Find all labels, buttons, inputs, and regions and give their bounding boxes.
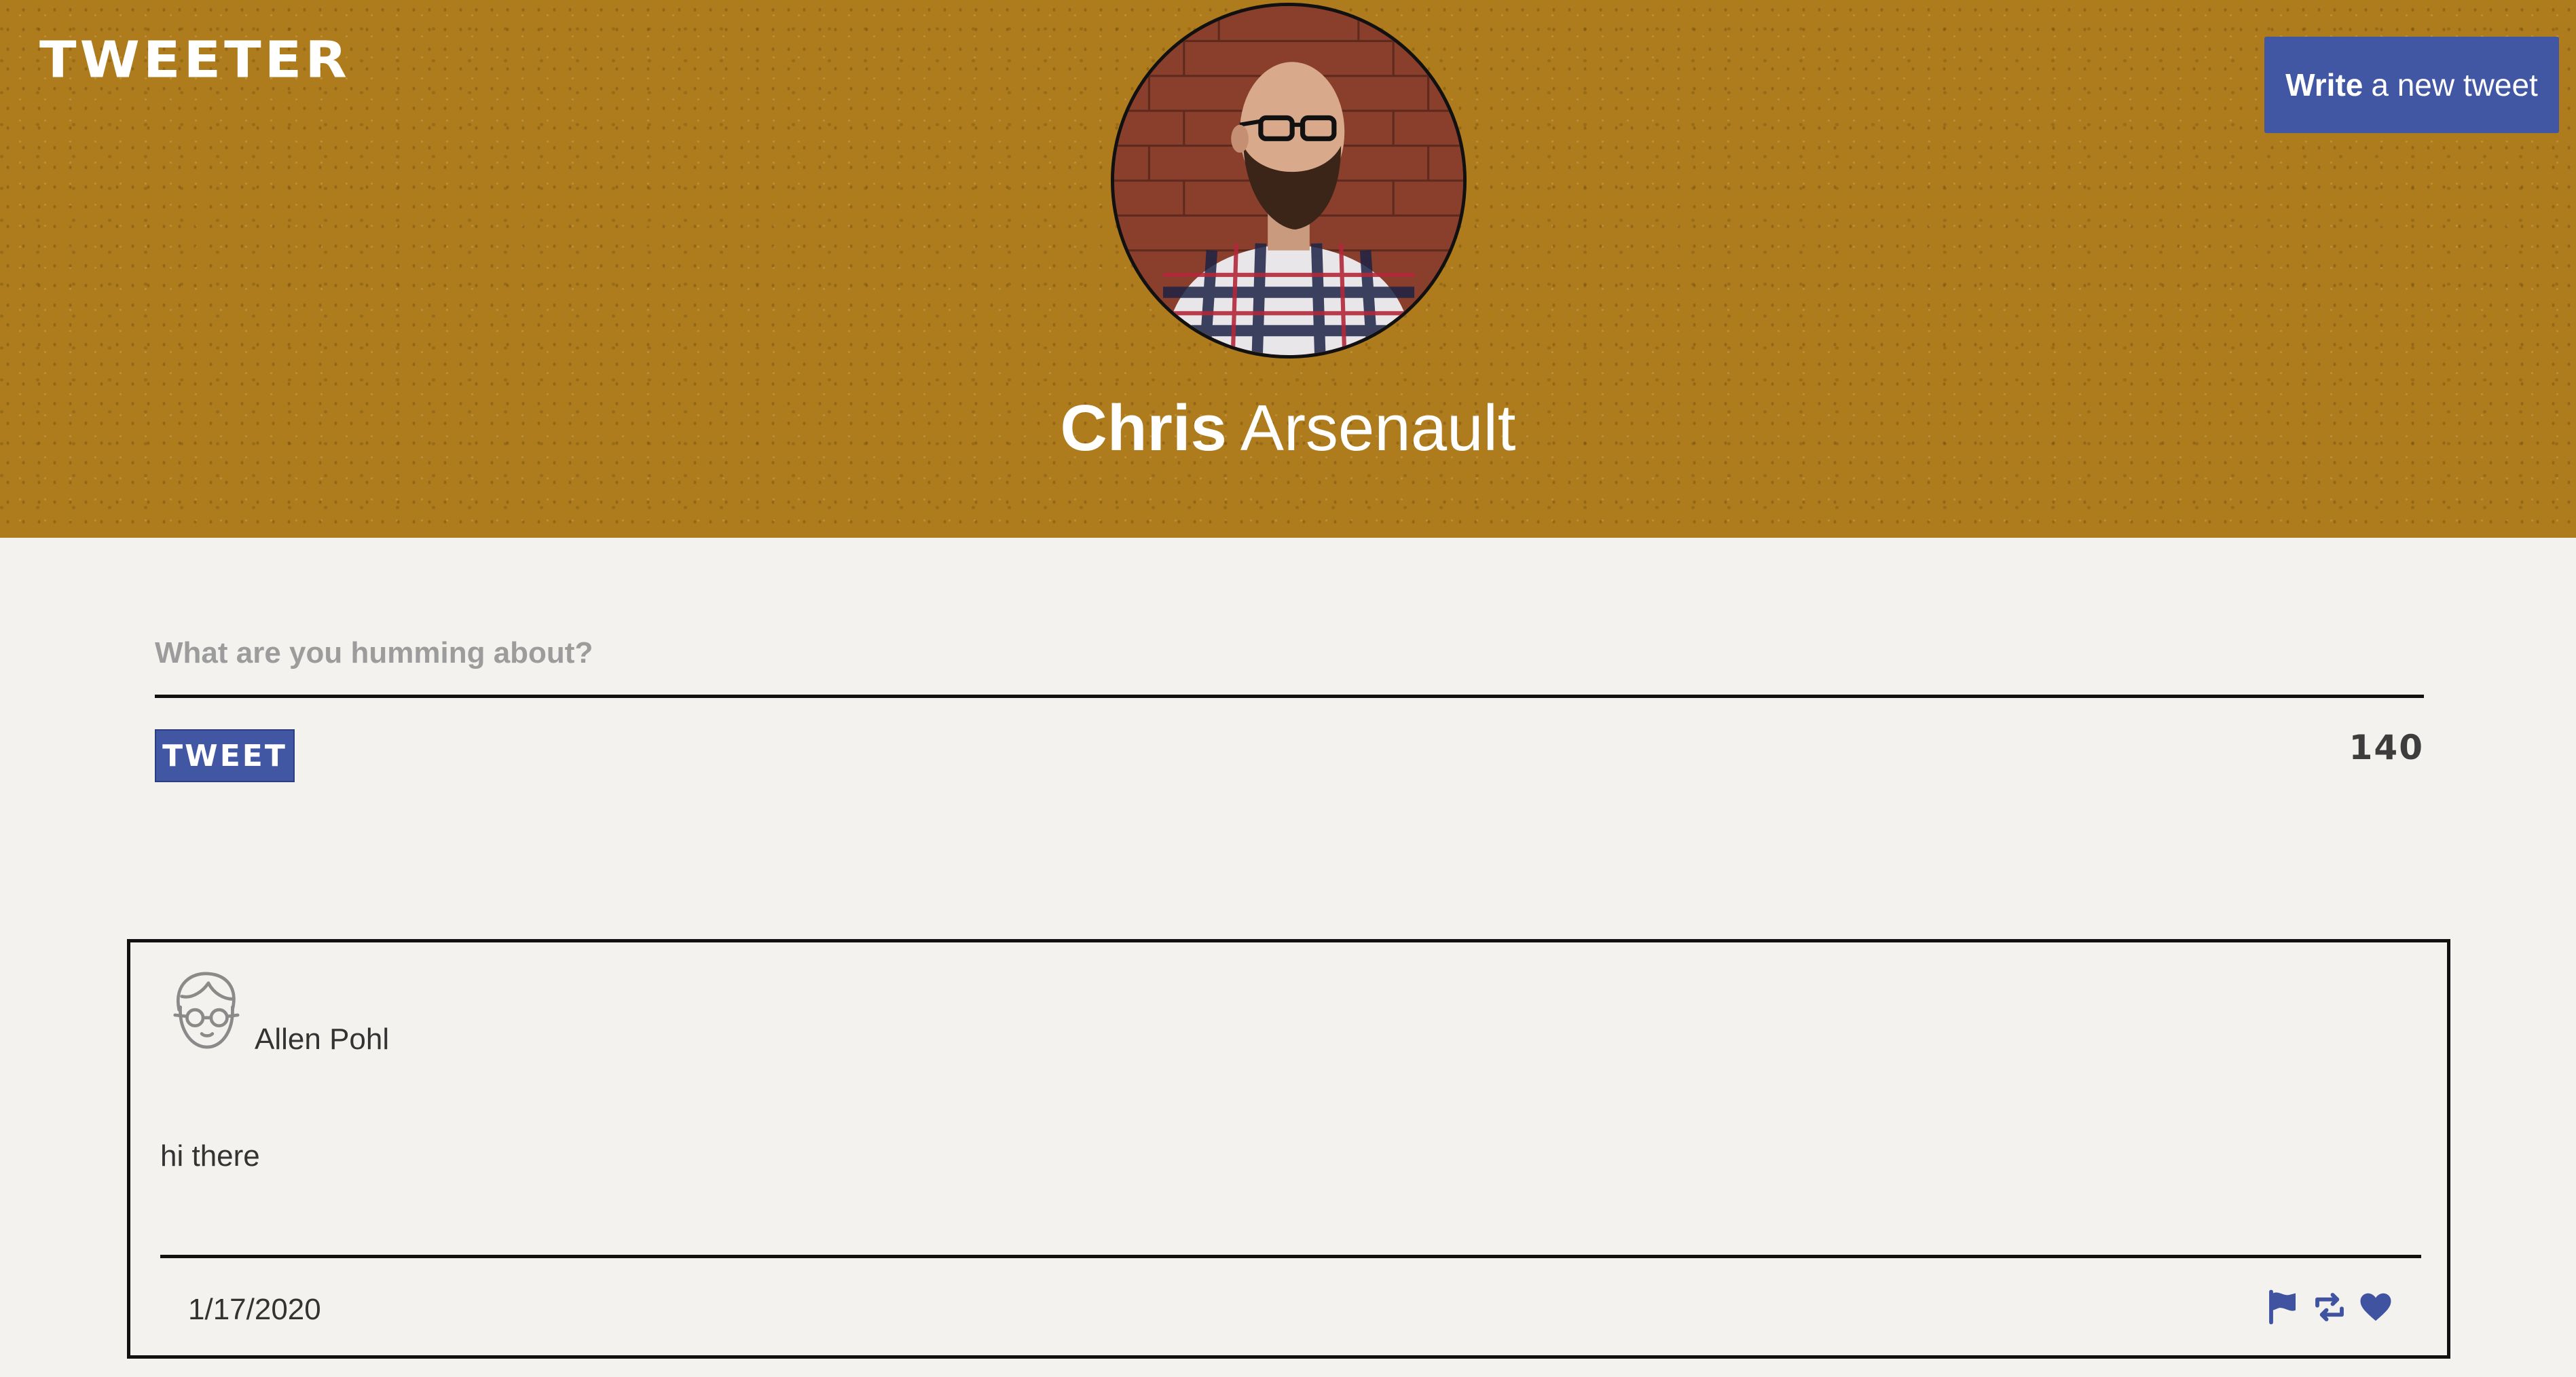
write-new-tweet-button[interactable]: Write a new tweet (2264, 37, 2559, 133)
character-counter: 140 (2349, 728, 2424, 767)
tweet-author-name[interactable]: Allen Pohl (255, 1023, 389, 1057)
profile-last-name: Arsenault (1240, 392, 1516, 464)
tweet-body: hi there (160, 1139, 260, 1173)
profile-header: TWEETER Chris Arsenault Write a new twee… (0, 0, 2576, 538)
compose-tweet-input[interactable] (155, 611, 2424, 698)
profile-avatar (1111, 3, 1467, 359)
write-button-bold-label: Write (2285, 67, 2363, 103)
tweet-card: Allen Pohl hi there 1/17/2020 (127, 939, 2450, 1359)
tweet-date: 1/17/2020 (188, 1293, 321, 1326)
profile-name: Chris Arsenault (0, 392, 2576, 464)
write-button-label: a new tweet (2371, 67, 2538, 103)
tweet-submit-button[interactable]: TWEET (155, 729, 295, 782)
tweet-author-avatar-icon (166, 970, 246, 1058)
tweet-divider (160, 1255, 2421, 1258)
profile-first-name: Chris (1060, 392, 1227, 464)
tweet-actions (2265, 1289, 2394, 1325)
flag-icon[interactable] (2265, 1289, 2302, 1325)
brand-logo[interactable]: TWEETER (39, 35, 350, 86)
heart-icon[interactable] (2357, 1289, 2394, 1325)
retweet-icon[interactable] (2311, 1289, 2348, 1325)
